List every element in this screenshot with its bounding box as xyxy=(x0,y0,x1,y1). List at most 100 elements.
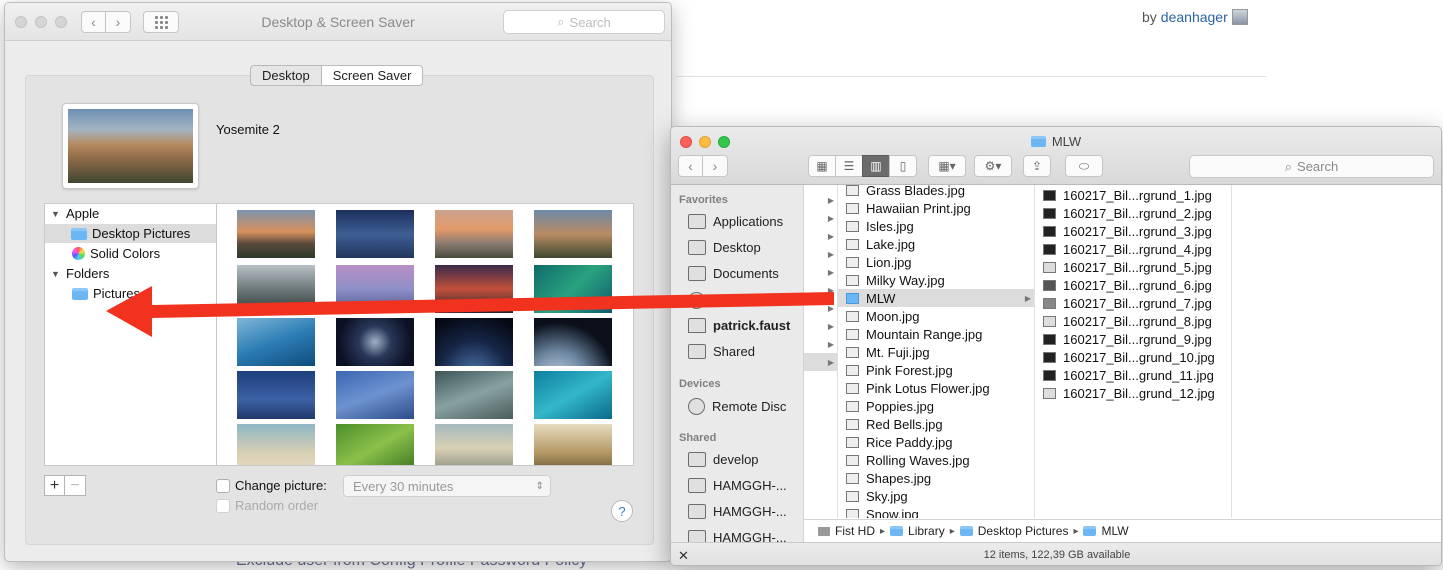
sidebar-item-applications[interactable]: Applications xyxy=(688,214,783,229)
forward-button[interactable]: › xyxy=(703,155,728,177)
change-picture-checkbox[interactable] xyxy=(216,478,230,493)
group-folders[interactable]: ▼ Folders xyxy=(51,266,109,281)
search-field[interactable]: ⌕ Search xyxy=(503,10,665,34)
wallpaper-thumbnail[interactable] xyxy=(435,210,513,258)
wallpaper-thumbnail[interactable] xyxy=(435,371,513,419)
wallpaper-thumbnail[interactable] xyxy=(435,424,513,465)
list-item[interactable]: 160217_Bil...grund_11.jpg xyxy=(1035,366,1231,384)
list-item[interactable]: Mt. Fuji.jpg xyxy=(838,343,1034,361)
list-item[interactable]: Shapes.jpg xyxy=(838,469,1034,487)
list-item[interactable]: 160217_Bil...rgrund_3.jpg xyxy=(1035,222,1231,240)
wallpaper-thumbnail[interactable] xyxy=(534,371,612,419)
source-solid-colors[interactable]: Solid Colors xyxy=(72,246,160,261)
folder-row-mlw[interactable]: MLW ▶ xyxy=(838,289,1034,307)
list-item[interactable]: 160217_Bil...rgrund_2.jpg xyxy=(1035,204,1231,222)
add-folder-button[interactable]: + xyxy=(44,475,65,496)
tags-button[interactable]: ⬭ xyxy=(1065,155,1103,177)
group-apple[interactable]: ▼ Apple xyxy=(51,206,99,221)
wallpaper-thumbnail[interactable] xyxy=(237,371,315,419)
list-item[interactable]: ▶ xyxy=(804,227,837,245)
wallpaper-thumbnail[interactable] xyxy=(435,318,513,366)
wallpaper-thumbnail[interactable] xyxy=(336,210,414,258)
icon-view-button[interactable]: ▦ xyxy=(808,155,836,177)
wallpaper-thumbnail[interactable] xyxy=(336,371,414,419)
author-link[interactable]: deanhager xyxy=(1161,9,1228,25)
list-item[interactable]: Grass Blades.jpg xyxy=(838,185,1034,199)
remove-folder-button[interactable]: − xyxy=(65,475,86,496)
finder-search-field[interactable]: ⌕ Search xyxy=(1189,155,1434,178)
path-item[interactable]: Library xyxy=(908,524,945,538)
source-desktop-pictures[interactable]: Desktop Pictures xyxy=(45,224,217,243)
wallpaper-thumbnail[interactable] xyxy=(336,318,414,366)
random-order-checkbox[interactable] xyxy=(216,498,230,513)
list-item[interactable]: 160217_Bil...rgrund_4.jpg xyxy=(1035,240,1231,258)
list-item[interactable]: 160217_Bil...rgrund_6.jpg xyxy=(1035,276,1231,294)
wallpaper-thumbnail[interactable] xyxy=(534,210,612,258)
path-item[interactable]: Fist HD xyxy=(835,524,875,538)
sidebar-item-server[interactable]: HAMGGH-... xyxy=(688,478,787,493)
share-button[interactable]: ⇪ xyxy=(1023,155,1051,177)
list-item[interactable]: ▶ xyxy=(804,281,837,299)
list-item[interactable]: Moon.jpg xyxy=(838,307,1034,325)
wallpaper-thumbnail[interactable] xyxy=(534,424,612,465)
path-item[interactable]: Desktop Pictures xyxy=(978,524,1069,538)
sidebar-item-develop[interactable]: develop xyxy=(688,452,759,467)
tab-screen-saver[interactable]: Screen Saver xyxy=(321,65,424,86)
list-item[interactable]: Pink Lotus Flower.jpg xyxy=(838,379,1034,397)
list-item[interactable]: ▶ xyxy=(804,299,837,317)
coverflow-view-button[interactable]: ▯ xyxy=(889,155,917,177)
back-button[interactable]: ‹ xyxy=(678,155,703,177)
list-item[interactable]: 160217_Bil...rgrund_7.jpg xyxy=(1035,294,1231,312)
help-button[interactable]: ? xyxy=(611,500,633,522)
wallpaper-thumbnail[interactable] xyxy=(534,265,612,313)
wallpaper-thumbnail[interactable] xyxy=(534,318,612,366)
wallpaper-thumbnail[interactable] xyxy=(237,318,315,366)
list-item[interactable]: 160217_Bil...rgrund_9.jpg xyxy=(1035,330,1231,348)
close-icon[interactable]: ✕ xyxy=(678,548,689,564)
list-item[interactable]: ▶ xyxy=(804,209,837,227)
wallpaper-thumbnail[interactable] xyxy=(237,210,315,258)
tab-desktop[interactable]: Desktop xyxy=(250,65,322,86)
sidebar-item-shared[interactable]: Shared xyxy=(688,344,755,359)
list-item[interactable]: Snow.jpg xyxy=(838,505,1034,518)
list-item[interactable]: Rice Paddy.jpg xyxy=(838,433,1034,451)
list-item[interactable]: 160217_Bil...rgrund_5.jpg xyxy=(1035,258,1231,276)
path-item[interactable]: MLW xyxy=(1101,524,1128,538)
source-pictures[interactable]: Pictures xyxy=(72,286,140,301)
list-item[interactable]: Poppies.jpg xyxy=(838,397,1034,415)
column-view-button[interactable]: ▥ xyxy=(862,155,890,177)
list-item[interactable]: Isles.jpg xyxy=(838,217,1034,235)
list-item[interactable]: Rolling Waves.jpg xyxy=(838,451,1034,469)
list-item[interactable]: ▶ xyxy=(804,317,837,335)
list-item[interactable]: ▶ xyxy=(804,245,837,263)
list-item[interactable]: Sky.jpg xyxy=(838,487,1034,505)
list-item[interactable]: ▶ xyxy=(804,191,837,209)
list-item[interactable]: 160217_Bil...grund_12.jpg xyxy=(1035,384,1231,402)
sidebar-item-downloads[interactable]: Downloads xyxy=(688,292,776,309)
list-item[interactable]: Red Bells.jpg xyxy=(838,415,1034,433)
interval-popup[interactable]: Every 30 minutes ⇕ xyxy=(343,475,551,497)
list-item[interactable]: ▶ xyxy=(804,263,837,281)
list-item[interactable]: Milky Way.jpg xyxy=(838,271,1034,289)
action-button[interactable]: ⚙▾ xyxy=(974,155,1012,177)
wallpaper-thumbnail[interactable] xyxy=(435,265,513,313)
sidebar-item-remote-disc[interactable]: Remote Disc xyxy=(688,398,786,415)
sidebar-item-home[interactable]: patrick.faust xyxy=(688,318,790,333)
wallpaper-thumbnail[interactable] xyxy=(237,265,315,313)
list-item[interactable]: 160217_Bil...rgrund_8.jpg xyxy=(1035,312,1231,330)
list-item[interactable]: Lion.jpg xyxy=(838,253,1034,271)
sidebar-item-desktop[interactable]: Desktop xyxy=(688,240,761,255)
wallpaper-thumbnail[interactable] xyxy=(237,424,315,465)
list-item[interactable]: 160217_Bil...rgrund_1.jpg xyxy=(1035,186,1231,204)
list-view-button[interactable]: ☰ xyxy=(835,155,863,177)
list-item[interactable]: Hawaiian Print.jpg xyxy=(838,199,1034,217)
wallpaper-thumbnail[interactable] xyxy=(336,265,414,313)
list-item[interactable]: ▶ xyxy=(804,335,837,353)
list-item[interactable]: Mountain Range.jpg xyxy=(838,325,1034,343)
list-item[interactable]: Pink Forest.jpg xyxy=(838,361,1034,379)
list-item[interactable]: Lake.jpg xyxy=(838,235,1034,253)
sidebar-item-server[interactable]: HAMGGH-... xyxy=(688,504,787,519)
arrange-button[interactable]: ▦▾ xyxy=(928,155,966,177)
list-item[interactable]: 160217_Bil...grund_10.jpg xyxy=(1035,348,1231,366)
wallpaper-thumbnail[interactable] xyxy=(336,424,414,465)
